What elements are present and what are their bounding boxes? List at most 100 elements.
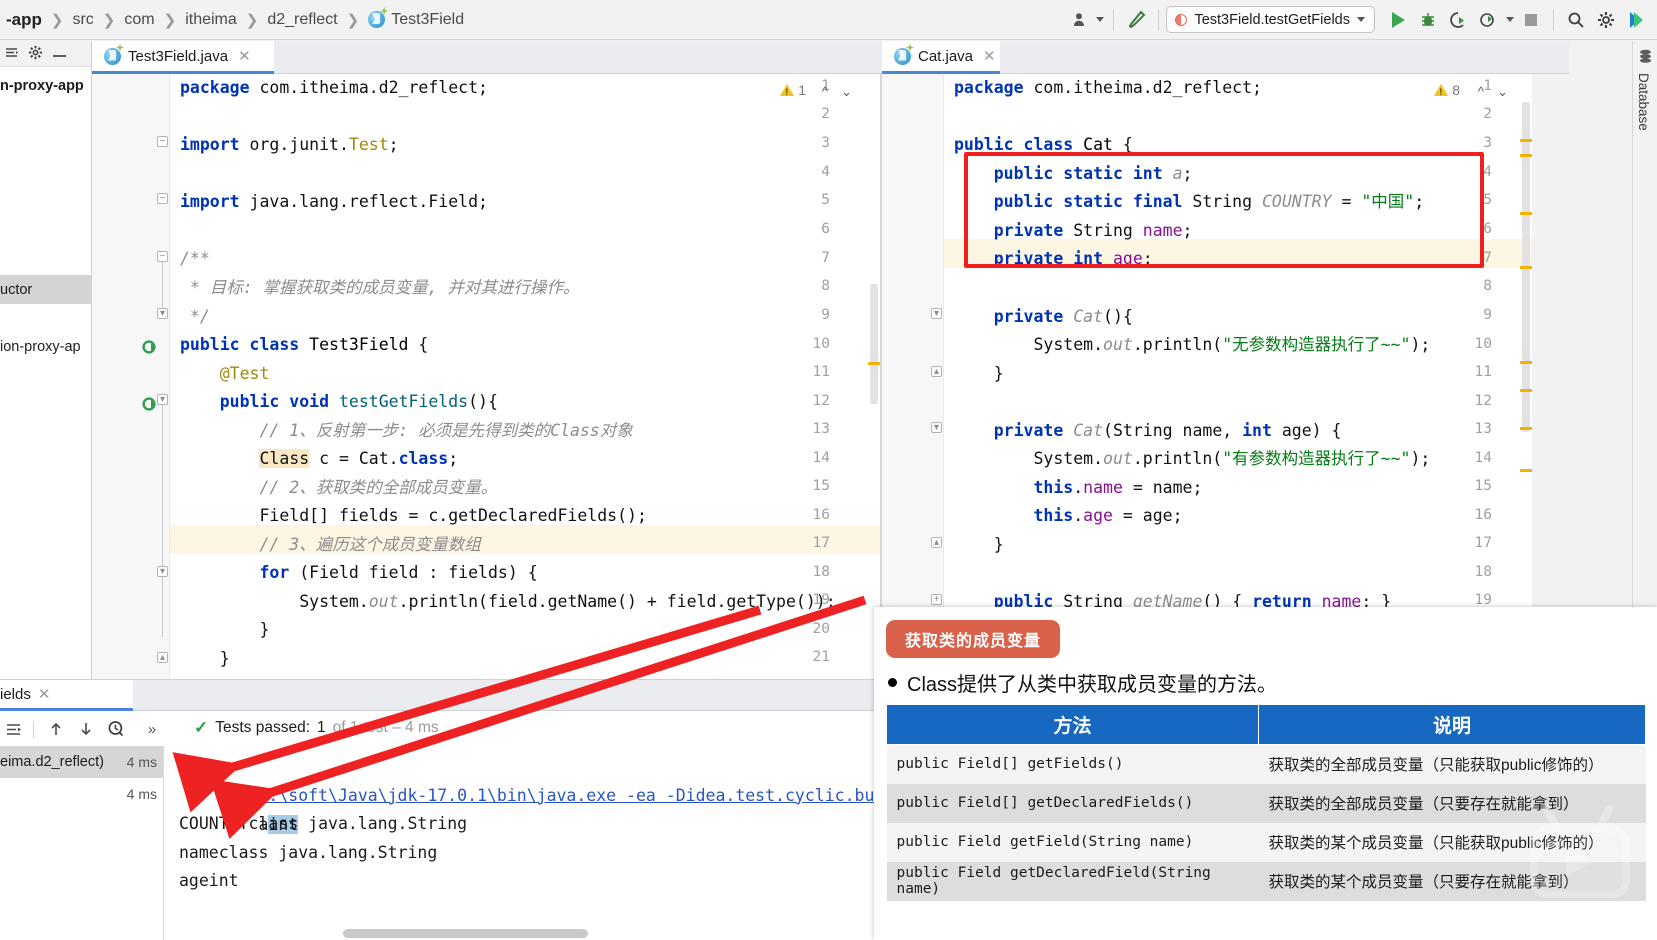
profiler-dropdown-caret-icon[interactable] bbox=[1503, 5, 1516, 35]
up-arrow-icon[interactable] bbox=[44, 717, 68, 741]
project-tree-item[interactable]: ion-proxy-ap bbox=[0, 332, 91, 361]
close-tab-icon[interactable]: ✕ bbox=[38, 685, 51, 703]
warning-count: 1 bbox=[798, 82, 806, 98]
project-tool-window: n-proxy-app uctor ion-proxy-ap bbox=[0, 41, 92, 679]
fold-region-line bbox=[162, 262, 163, 314]
java-class-icon bbox=[894, 43, 914, 65]
code-fold-icon[interactable]: ▴ bbox=[157, 652, 168, 663]
run-test-gutter-icon[interactable] bbox=[142, 339, 159, 356]
expand-collapse-icon[interactable] bbox=[2, 717, 26, 741]
prev-problem-icon[interactable]: ^ bbox=[1478, 84, 1484, 99]
code-fold-icon[interactable]: − bbox=[157, 251, 168, 262]
breadcrumb-item-class[interactable]: Test3Field bbox=[366, 7, 466, 29]
code-fold-icon[interactable]: ▴ bbox=[931, 366, 942, 377]
java-class-icon bbox=[368, 7, 389, 28]
top-toolbar-actions: Test3Field.testGetFields bbox=[1069, 0, 1657, 40]
project-tree-item[interactable]: n-proxy-app bbox=[0, 71, 91, 100]
tool-window-button-database[interactable]: Database bbox=[1636, 73, 1651, 131]
test-tree-row[interactable]: eima.d2_reflect) 4 ms bbox=[0, 746, 163, 778]
build-hammer-icon[interactable] bbox=[1121, 5, 1151, 35]
marker bbox=[1520, 154, 1532, 157]
code-fold-icon[interactable]: ▴ bbox=[931, 537, 942, 548]
tab-test3field-java[interactable]: Test3Field.java ✕ bbox=[92, 41, 274, 74]
collapse-all-icon[interactable] bbox=[4, 45, 19, 63]
hide-panel-icon[interactable] bbox=[52, 46, 67, 62]
bullet-dot-icon bbox=[888, 678, 897, 687]
next-problem-icon[interactable]: ⌄ bbox=[841, 84, 852, 100]
project-tool-window-header bbox=[0, 41, 91, 67]
history-icon[interactable] bbox=[104, 717, 128, 741]
code-fold-icon[interactable]: ▾ bbox=[157, 394, 168, 405]
code-fold-icon[interactable]: ▾ bbox=[157, 308, 168, 319]
chevron-down-icon bbox=[1357, 17, 1365, 22]
prev-problem-icon[interactable]: ^ bbox=[822, 84, 828, 99]
pass-check-icon: ✓ bbox=[194, 718, 209, 737]
code-fold-icon[interactable]: − bbox=[157, 193, 168, 204]
marker bbox=[1520, 139, 1532, 142]
next-problem-icon[interactable]: ⌄ bbox=[1497, 84, 1508, 100]
java-class-icon bbox=[104, 43, 124, 65]
editor-gutter[interactable] bbox=[92, 74, 170, 679]
database-icon[interactable] bbox=[1638, 49, 1653, 64]
ide-logo-icon[interactable] bbox=[1621, 5, 1651, 35]
editor-marker-rail[interactable] bbox=[1520, 74, 1532, 679]
run-tab-testgetfields[interactable]: ields ✕ bbox=[0, 680, 133, 711]
run-with-coverage-button[interactable] bbox=[1443, 5, 1473, 35]
code-fold-icon[interactable]: ▾ bbox=[157, 566, 168, 577]
breadcrumb-separator-icon: ❯ bbox=[50, 11, 64, 29]
down-arrow-icon[interactable] bbox=[74, 717, 98, 741]
console-line: nameclass java.lang.String bbox=[179, 843, 438, 862]
editor-code-area[interactable]: package com.itheima.d2_reflect; public c… bbox=[944, 74, 1532, 679]
breadcrumb-item-com[interactable]: com bbox=[122, 11, 156, 29]
tutorial-slide-overlay: 获取类的成员变量 Class提供了从类中获取成员变量的方法。 方法 说明 pub… bbox=[874, 607, 1657, 940]
code-fold-icon[interactable]: − bbox=[157, 136, 168, 147]
search-icon[interactable] bbox=[1561, 5, 1591, 35]
breadcrumb-item-src[interactable]: src bbox=[70, 11, 95, 29]
test-results-tree[interactable]: eima.d2_reflect) 4 ms 4 ms bbox=[0, 746, 164, 940]
run-configuration-selector[interactable]: Test3Field.testGetFields bbox=[1166, 6, 1375, 33]
more-actions-icon[interactable]: » bbox=[140, 717, 164, 741]
project-tree-item[interactable]: uctor bbox=[0, 275, 91, 304]
breadcrumb-item-package[interactable]: d2_reflect bbox=[265, 11, 339, 29]
editor-marker-rail[interactable] bbox=[868, 74, 880, 679]
marker bbox=[1520, 212, 1532, 215]
slide-bullet-text: Class提供了从类中获取成员变量的方法。 bbox=[907, 674, 1278, 696]
toolbar-divider bbox=[1553, 9, 1554, 30]
console-jdk-path-link[interactable]: D:\soft\Java\jdk-17.0.1\bin\java.exe bbox=[258, 786, 616, 805]
gear-icon[interactable] bbox=[1591, 5, 1621, 35]
profile-icon[interactable] bbox=[1069, 5, 1093, 35]
test-tree-row[interactable]: 4 ms bbox=[0, 778, 163, 810]
stop-button[interactable] bbox=[1516, 5, 1546, 35]
cell-description: 获取类的全部成员变量（只能获取public修饰的） bbox=[1258, 744, 1646, 784]
code-fold-icon[interactable]: + bbox=[931, 594, 942, 605]
marker bbox=[868, 362, 880, 365]
editor-code-area[interactable]: package com.itheima.d2_reflect; import o… bbox=[170, 74, 880, 679]
tests-passed-detail: of 1 test – 4 ms bbox=[332, 719, 439, 736]
console-horizontal-scrollbar[interactable] bbox=[343, 929, 588, 938]
code-fold-icon[interactable]: ▾ bbox=[931, 308, 942, 319]
run-button[interactable] bbox=[1383, 5, 1413, 35]
breadcrumb-item-project[interactable]: -app bbox=[4, 10, 44, 30]
toolbar-divider bbox=[1113, 9, 1115, 30]
cell-method: public Field getDeclaredField(String nam… bbox=[886, 861, 1259, 901]
breadcrumb-item-itheima[interactable]: itheima bbox=[183, 11, 239, 29]
debug-button[interactable] bbox=[1413, 5, 1443, 35]
profile-dropdown-caret-icon[interactable] bbox=[1093, 5, 1106, 35]
tab-cat-java[interactable]: Cat.java ✕ bbox=[882, 41, 1000, 74]
profiler-button[interactable] bbox=[1473, 5, 1503, 35]
inspection-warnings-indicator[interactable]: 1 bbox=[780, 82, 806, 98]
marker bbox=[1520, 266, 1532, 269]
settings-gear-icon[interactable] bbox=[28, 45, 43, 63]
editor-test3field[interactable]: 1 2 3 4 5 6 7 8 9 10 11 12 13 14 15 16 1… bbox=[92, 74, 880, 679]
editor-tab-bar: Test3Field.java ✕ Cat.java ✕ bbox=[92, 41, 1569, 74]
console-line: ageint bbox=[179, 871, 239, 890]
marker bbox=[1520, 469, 1532, 472]
test-tree-label: eima.d2_reflect) bbox=[0, 754, 104, 770]
close-tab-icon[interactable]: ✕ bbox=[983, 47, 996, 65]
scrollbar-thumb[interactable] bbox=[870, 284, 878, 404]
editor-cat[interactable]: 1 2 3 4 5 6 7 8 9 10 11 12 13 14 15 16 1… bbox=[882, 74, 1532, 679]
breadcrumb-separator-icon: ❯ bbox=[346, 11, 360, 29]
close-tab-icon[interactable]: ✕ bbox=[238, 47, 251, 65]
inspection-warnings-indicator[interactable]: 8 bbox=[1434, 82, 1460, 98]
code-fold-icon[interactable]: ▾ bbox=[931, 422, 942, 433]
